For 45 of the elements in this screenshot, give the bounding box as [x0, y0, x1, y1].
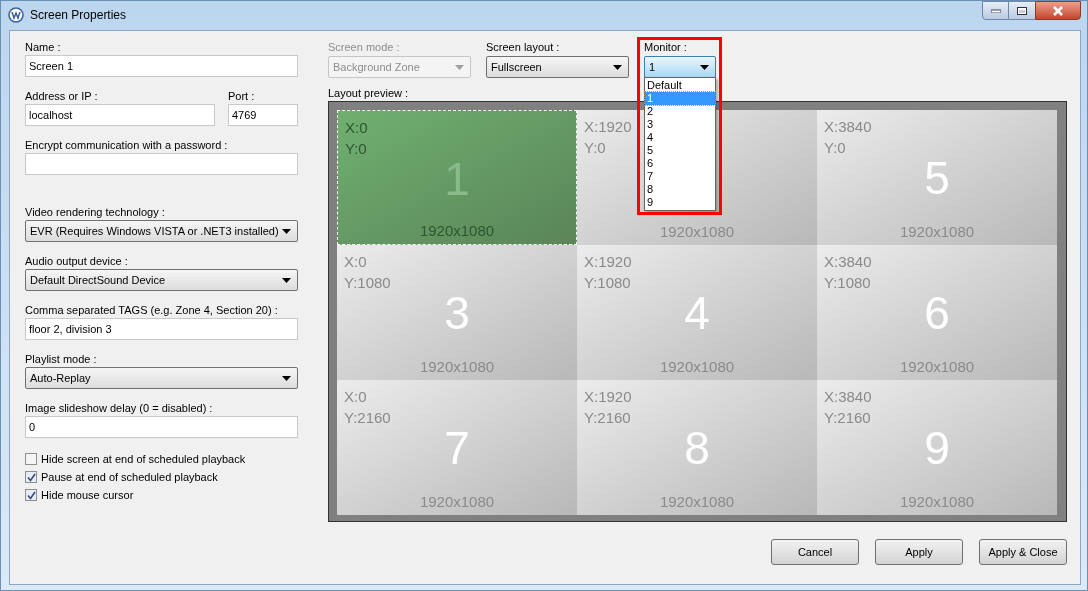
resolution-label: 1920x1080 — [659, 358, 735, 376]
field-label: Video rendering technology : — [25, 205, 165, 219]
field-label: Encrypt communication with a password : — [25, 138, 228, 152]
coordinate-label: X:3840 — [824, 252, 872, 272]
coordinate-label: Y:0 — [345, 139, 367, 159]
coordinate-label: Y:1080 — [824, 273, 871, 293]
resolution-label: 1920x1080 — [419, 222, 495, 240]
field-label: Port : — [228, 89, 255, 103]
field-label: Image slideshow delay (0 = disabled) : — [25, 401, 213, 415]
field-label: Monitor : — [644, 40, 687, 54]
field-label: Screen layout : — [486, 40, 560, 54]
resolution-label: 1920x1080 — [899, 223, 975, 241]
coordinate-label: Y:0 — [824, 138, 846, 158]
coordinate-label: X:3840 — [824, 387, 872, 407]
resolution-label: 1920x1080 — [899, 493, 975, 511]
coordinate-label: X:1920 — [584, 387, 632, 407]
field-label: Audio output device : — [25, 254, 128, 268]
coordinate-label: Y:0 — [584, 138, 606, 158]
coordinate-label: Y:1080 — [584, 273, 631, 293]
window-title: Screen Properties — [30, 7, 127, 24]
field-label: Comma separated TAGS (e.g. Zone 4, Section 20) : — [25, 303, 278, 317]
coordinate-label: Y:2160 — [344, 408, 391, 428]
resolution-label: 1920x1080 — [659, 493, 735, 511]
resolution-label: 1920x1080 — [419, 493, 495, 511]
field-label: Name : — [25, 40, 61, 54]
dropdown: Background Zone — [328, 56, 471, 78]
coordinate-label: X:1920 — [584, 117, 632, 137]
resolution-label: 1920x1080 — [659, 223, 735, 241]
coordinate-label: X:0 — [345, 118, 368, 138]
coordinate-label: X:0 — [344, 387, 367, 407]
checkbox-label: Hide mouse cursor — [41, 487, 134, 503]
coordinate-label: Y:1080 — [344, 273, 391, 293]
coordinate-label: Y:2160 — [584, 408, 631, 428]
field-label: Address or IP : — [25, 89, 98, 103]
coordinate-label: X:0 — [344, 252, 367, 272]
coordinate-label: X:3840 — [824, 117, 872, 137]
resolution-label: 1920x1080 — [899, 358, 975, 376]
field-label: Screen mode : — [328, 40, 400, 54]
checkbox-label: Pause at end of scheduled playback — [41, 469, 218, 485]
coordinate-label: Y:2160 — [824, 408, 871, 428]
coordinate-label: X:1920 — [584, 252, 632, 272]
resolution-label: 1920x1080 — [419, 358, 495, 376]
preview-label: Layout preview : — [328, 87, 409, 100]
checkbox-label: Hide screen at end of scheduled playback — [41, 451, 246, 467]
field-label: Playlist mode : — [25, 352, 97, 366]
